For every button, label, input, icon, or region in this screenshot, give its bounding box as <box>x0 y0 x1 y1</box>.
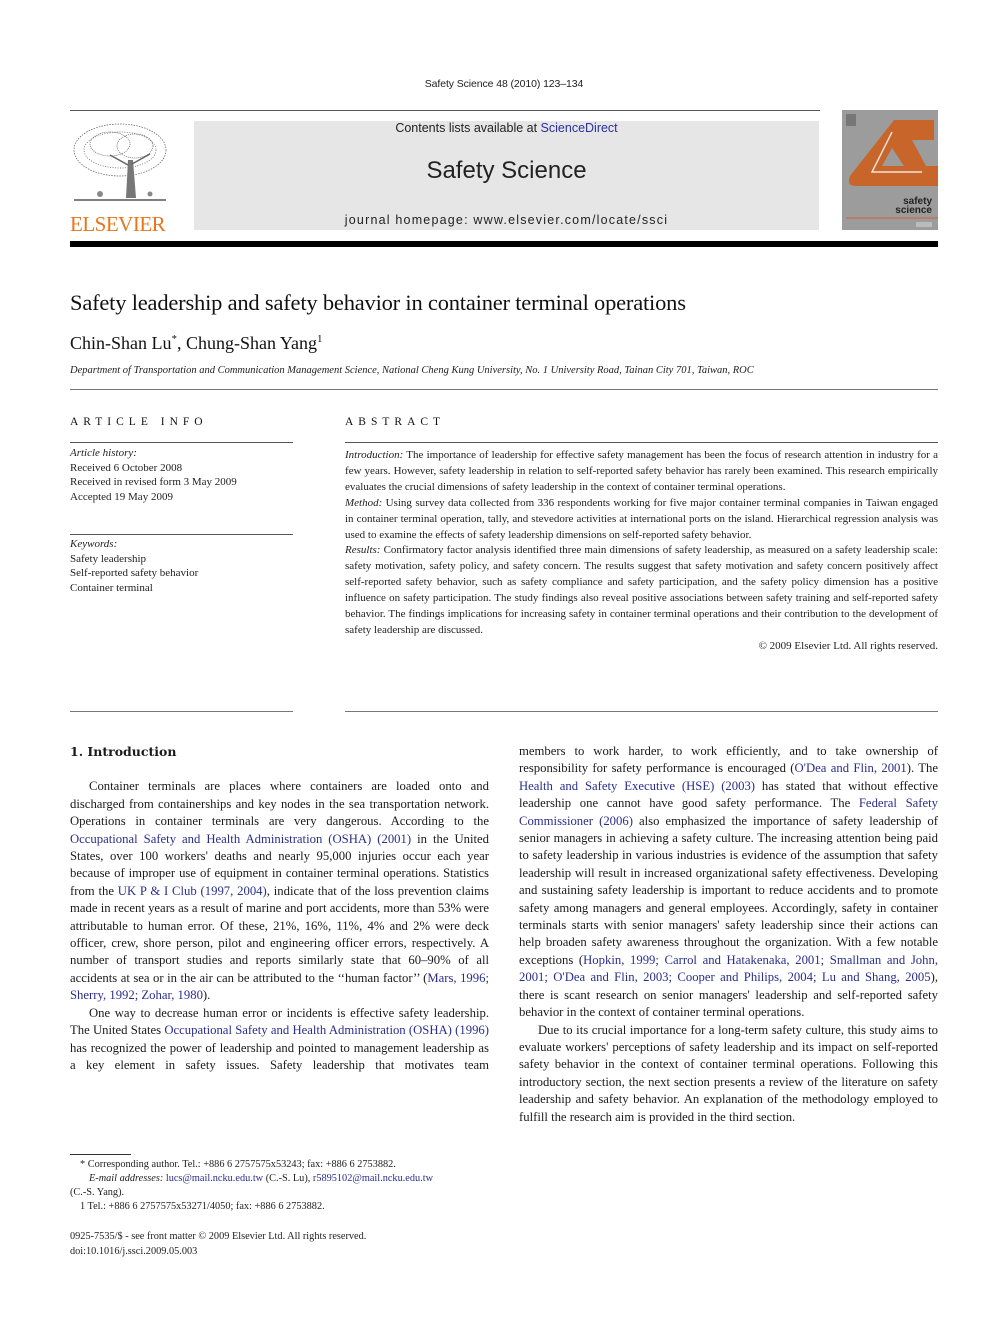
section-heading: 1. Introduction <box>70 744 177 759</box>
email-note: E-mail addresses: lucs@mail.ncku.edu.tw … <box>70 1172 510 1186</box>
paragraph-text: has recognized the power of leadership a… <box>70 1040 489 1072</box>
paragraph-text: Container terminals are places where con… <box>70 779 489 829</box>
contents-prefix: Contents lists available at <box>395 121 541 135</box>
body-column-left: 1. Introduction Container terminals are … <box>70 743 489 1074</box>
abstract-label: Method: <box>345 496 383 509</box>
header-rule <box>70 110 820 111</box>
cover-title-line2: science <box>895 205 932 216</box>
divider <box>345 711 938 712</box>
divider <box>70 534 293 535</box>
keywords-label: Keywords: <box>70 538 118 550</box>
journal-title: Safety Science <box>426 157 587 184</box>
article-history: Article history: Received 6 October 2008… <box>70 446 237 504</box>
citation-link[interactable]: UK P & I Club (1997, 2004) <box>118 884 267 898</box>
journal-banner: Contents lists available at ScienceDirec… <box>194 121 819 230</box>
footnotes: * Corresponding author. Tel.: +886 6 275… <box>70 1158 510 1214</box>
history-item: Received in revised form 3 May 2009 <box>70 476 237 488</box>
footnote-mark[interactable]: 1 <box>317 333 323 345</box>
cover-triangle-icon: safety science <box>846 114 938 227</box>
email-link[interactable]: lucs@mail.ncku.edu.tw <box>166 1173 263 1184</box>
abstract-paragraph: Method: Using survey data collected from… <box>345 496 938 544</box>
elsevier-wordmark: ELSEVIER <box>70 212 166 236</box>
footnote-rule <box>70 1154 131 1155</box>
doi[interactable]: doi:10.1016/j.ssci.2009.05.003 <box>70 1245 366 1260</box>
affiliation: Department of Transportation and Communi… <box>70 365 754 376</box>
divider <box>70 711 293 712</box>
abstract-paragraph: Introduction: The importance of leadersh… <box>345 448 938 496</box>
contents-line: Contents lists available at ScienceDirec… <box>194 121 819 135</box>
citation-link[interactable]: O'Dea and Flin, 2001 <box>795 761 907 775</box>
sciencedirect-link[interactable]: ScienceDirect <box>541 121 618 135</box>
divider <box>70 442 293 443</box>
author-note: 1 Tel.: +886 6 2757575x53271/4050; fax: … <box>80 1201 325 1212</box>
body-paragraph: Container terminals are places where con… <box>70 778 489 1004</box>
body-paragraph: members to work harder, to work efficien… <box>519 743 938 1022</box>
abstract-text: Confirmatory factor analysis identified … <box>345 544 938 636</box>
citation-link[interactable]: Occupational Safety and Health Administr… <box>70 832 411 846</box>
paragraph-text: ). The <box>906 761 938 776</box>
author-name[interactable]: Chung-Shan Yang <box>186 333 317 353</box>
email-link[interactable]: r5895102@mail.ncku.edu.tw <box>313 1173 433 1184</box>
citation-link[interactable]: Health and Safety Executive (HSE) (2003) <box>519 779 755 793</box>
keywords: Keywords: Safety leadership Self-reporte… <box>70 537 198 595</box>
divider <box>345 442 938 443</box>
history-label: Article history: <box>70 447 137 459</box>
journal-cover[interactable]: safety science <box>842 110 938 230</box>
paragraph-text: ). <box>202 988 211 1003</box>
keyword: Container terminal <box>70 581 153 594</box>
email-label: E-mail addresses: <box>89 1173 164 1184</box>
abstract-heading: ABSTRACT <box>345 416 446 428</box>
copyright: © 2009 Elsevier Ltd. All rights reserved… <box>758 639 938 652</box>
running-head: Safety Science 48 (2010) 123–134 <box>424 78 584 90</box>
elsevier-tree-icon <box>73 123 167 201</box>
article-info-heading: ARTICLE INFO <box>70 416 208 428</box>
front-matter: 0925-7535/$ - see front matter © 2009 El… <box>70 1230 366 1259</box>
author-list: Chin-Shan Lu*, Chung-Shan Yang1 <box>70 333 323 354</box>
email-owner: (C.-S. Lu), <box>263 1173 313 1184</box>
article-title: Safety leadership and safety behavior in… <box>70 290 686 315</box>
abstract-label: Introduction: <box>345 449 404 461</box>
issn-line: 0925-7535/$ - see front matter © 2009 El… <box>70 1231 367 1242</box>
abstract-paragraph: Results: Confirmatory factor analysis id… <box>345 543 938 638</box>
citation-link[interactable]: Occupational Safety and Health Administr… <box>164 1023 489 1037</box>
keyword: Safety leadership <box>70 552 147 565</box>
body-column-right: members to work harder, to work efficien… <box>519 743 938 1126</box>
abstract-text: Using survey data collected from 336 res… <box>345 496 938 541</box>
abstract-text: The importance of leadership for effecti… <box>345 449 938 493</box>
author-name[interactable]: Chin-Shan Lu <box>70 333 172 353</box>
corresponding-author-note: * Corresponding author. Tel.: +886 6 275… <box>80 1159 396 1170</box>
journal-homepage[interactable]: journal homepage: www.elsevier.com/locat… <box>194 213 819 227</box>
author-separator: , <box>177 333 186 353</box>
abstract-body: Introduction: The importance of leadersh… <box>345 448 938 655</box>
history-item: Accepted 19 May 2009 <box>70 490 173 503</box>
paragraph-text: also emphasized the importance of safety… <box>519 813 938 967</box>
paragraph-text: Due to its crucial importance for a long… <box>519 1022 938 1124</box>
abstract-label: Results: <box>345 544 381 557</box>
masthead-rule <box>70 241 938 247</box>
body-paragraph: One way to decrease human error or incid… <box>70 1005 489 1075</box>
paragraph-text: , indicate that of the loss prevention c… <box>70 883 489 985</box>
affiliation-rule <box>70 389 938 390</box>
body-paragraph: Due to its crucial importance for a long… <box>519 1022 938 1126</box>
history-item: Received 6 October 2008 <box>70 461 183 474</box>
keyword: Self-reported safety behavior <box>70 567 199 579</box>
elsevier-logo[interactable]: ELSEVIER <box>70 120 172 236</box>
email-owner: (C.-S. Yang). <box>70 1187 125 1198</box>
